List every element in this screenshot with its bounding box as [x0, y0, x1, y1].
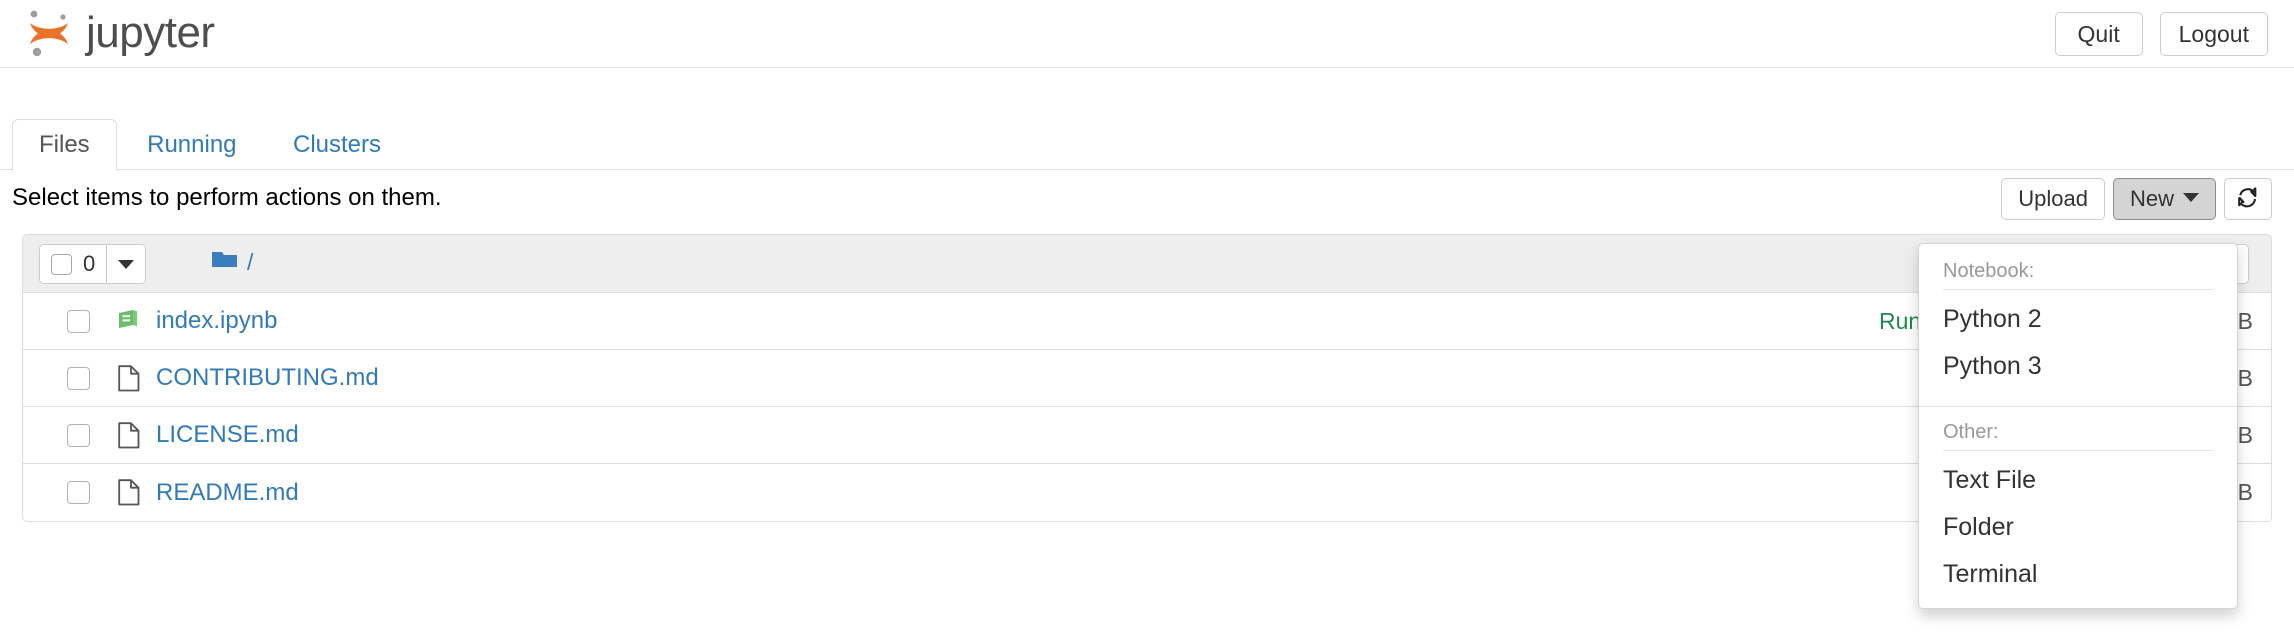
- menu-header-other: Other:: [1943, 421, 1999, 443]
- row-checkbox[interactable]: [67, 481, 90, 504]
- main-tabs: Files Running Clusters: [0, 118, 2294, 172]
- tab-running[interactable]: Running: [121, 120, 262, 172]
- folder-icon: [211, 248, 239, 276]
- quit-button[interactable]: Quit: [2054, 12, 2143, 56]
- menu-section-separator: [1919, 406, 2237, 407]
- refresh-button[interactable]: [2224, 178, 2272, 220]
- menu-item-python-2[interactable]: Python 2: [1919, 296, 2237, 343]
- menu-item-folder[interactable]: Folder: [1919, 504, 2237, 551]
- file-name-link[interactable]: LICENSE.md: [156, 421, 299, 449]
- logout-button[interactable]: Logout: [2159, 12, 2268, 56]
- select-all-checkbox-segment[interactable]: 0: [40, 245, 107, 283]
- jupyter-wordmark: jupyter: [86, 8, 215, 57]
- file-icon: [116, 420, 142, 450]
- breadcrumb[interactable]: /: [211, 248, 253, 276]
- menu-item-terminal[interactable]: Terminal: [1919, 551, 2237, 598]
- new-dropdown-button[interactable]: New: [2112, 178, 2216, 220]
- notebook-icon: [116, 306, 142, 336]
- select-items-message: Select items to perform actions on them.: [12, 184, 442, 211]
- menu-divider: [1943, 289, 2213, 290]
- row-checkbox[interactable]: [67, 366, 90, 390]
- header-button-group: Quit Logout: [2054, 12, 2268, 56]
- new-button-label: New: [2129, 186, 2174, 211]
- select-menu-toggle[interactable]: [106, 245, 146, 283]
- menu-item-text-file[interactable]: Text File: [1919, 457, 2237, 504]
- breadcrumb-path: /: [247, 248, 254, 275]
- tab-clusters[interactable]: Clusters: [267, 120, 407, 172]
- chevron-down-icon: [2183, 193, 2199, 202]
- row-checkbox[interactable]: [67, 423, 90, 447]
- menu-header-notebook: Notebook:: [1943, 260, 2035, 282]
- file-icon: [116, 478, 142, 508]
- jupyter-brand[interactable]: jupyter: [22, 6, 215, 60]
- new-dropdown-menu: Notebook: Python 2 Python 3 Other: Text …: [1918, 243, 2238, 609]
- refresh-icon: [2236, 182, 2260, 222]
- jupyter-logo-icon: [22, 6, 76, 60]
- menu-divider: [1943, 450, 2213, 451]
- tab-files[interactable]: Files: [12, 119, 117, 171]
- file-name-link[interactable]: README.md: [156, 479, 299, 507]
- upload-button[interactable]: Upload: [2001, 178, 2105, 220]
- row-checkbox[interactable]: [67, 309, 90, 333]
- toolbar-actions: Upload New: [2001, 178, 2272, 220]
- file-name-link[interactable]: index.ipynb: [156, 307, 277, 335]
- menu-item-python-3[interactable]: Python 3: [1919, 343, 2237, 390]
- select-all-group: 0: [39, 244, 147, 284]
- chevron-down-icon: [118, 259, 135, 269]
- select-all-checkbox[interactable]: [51, 253, 72, 275]
- files-toolbar: Select items to perform actions on them.…: [0, 170, 2294, 232]
- selected-count: 0: [83, 251, 96, 276]
- page-header: jupyter Quit Logout: [0, 0, 2294, 68]
- file-icon: [116, 363, 142, 393]
- file-name-link[interactable]: CONTRIBUTING.md: [156, 364, 379, 392]
